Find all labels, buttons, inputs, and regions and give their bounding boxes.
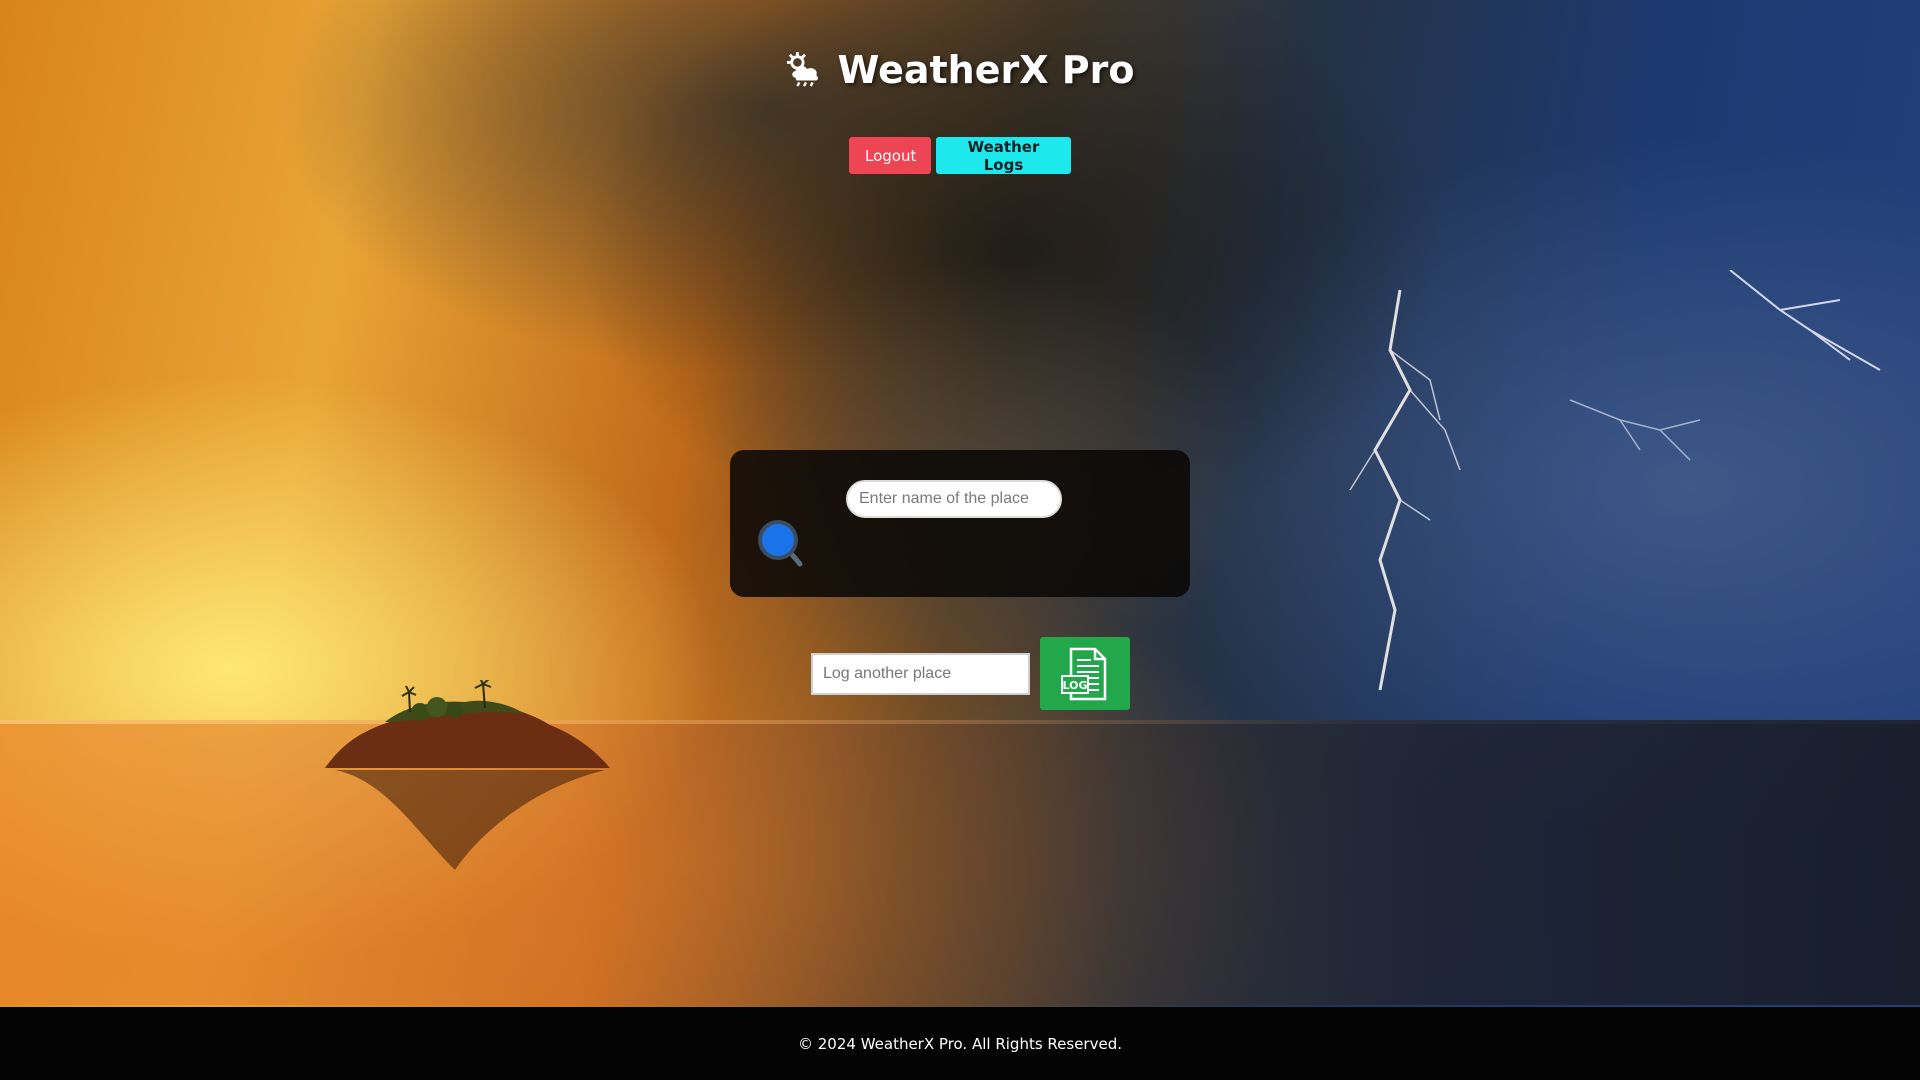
lightning-image bbox=[1349, 270, 1881, 691]
sea bbox=[0, 720, 1920, 1005]
search-panel bbox=[730, 450, 1190, 597]
footer-copyright: © 2024 WeatherX Pro. All Rights Reserved… bbox=[797, 1034, 1122, 1053]
weather-logs-button[interactable]: Weather Logs bbox=[936, 137, 1071, 174]
log-place-input[interactable] bbox=[811, 653, 1030, 695]
search-button[interactable] bbox=[756, 518, 808, 570]
app-header: WeatherX Pro bbox=[0, 48, 1920, 92]
page-footer: © 2024 WeatherX Pro. All Rights Reserved… bbox=[0, 1007, 1920, 1080]
log-icon-text: LOG bbox=[1063, 679, 1088, 692]
weather-app-page: WeatherX Pro Logout Weather Logs LOG © 2… bbox=[0, 0, 1920, 1080]
log-button[interactable]: LOG bbox=[1040, 637, 1130, 710]
nav-buttons: Logout Weather Logs bbox=[0, 137, 1920, 174]
log-document-icon: LOG bbox=[1061, 647, 1107, 700]
cloud-sun-rain-icon bbox=[786, 51, 818, 87]
island-image bbox=[325, 680, 610, 870]
place-search-input[interactable] bbox=[846, 480, 1062, 518]
magnifier-icon bbox=[758, 520, 803, 567]
logout-button[interactable]: Logout bbox=[849, 137, 931, 174]
app-title: WeatherX Pro bbox=[837, 48, 1135, 92]
